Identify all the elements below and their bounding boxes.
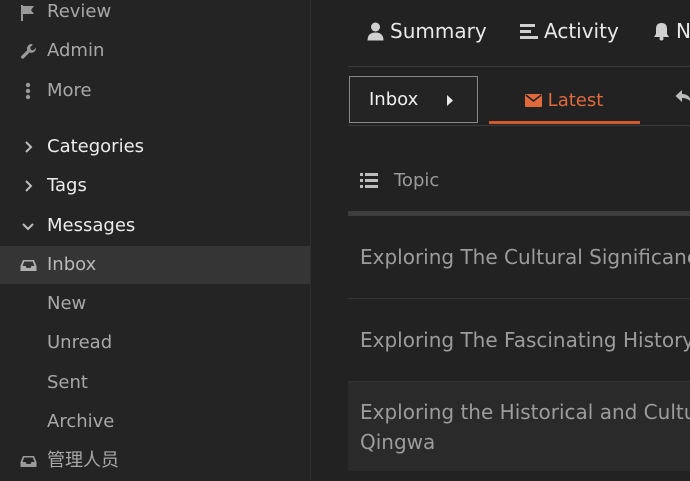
sidebar-item-archive[interactable]: Archive [0, 403, 310, 441]
topic-row[interactable]: Exploring The Cultural Significanc [348, 216, 690, 299]
sidebar-item-label: Categories [47, 136, 145, 157]
topic-title[interactable]: Exploring The Fascinating History [360, 325, 690, 355]
tab-latest[interactable]: Latest [489, 76, 639, 124]
sidebar-item-label: Inbox [47, 254, 97, 275]
sidebar-item-label: More [47, 80, 92, 101]
sidebar-item-sent[interactable]: Sent [0, 364, 310, 402]
user-nav: Summary Activity N [311, 0, 690, 66]
nav-divider [348, 66, 690, 67]
user-icon [367, 22, 384, 40]
sidebar-item-inbox[interactable]: Inbox [0, 246, 310, 284]
sidebar-item-new[interactable]: New [0, 285, 310, 323]
nav-summary-label: Summary [390, 19, 487, 43]
sidebar-item-group-inbox[interactable]: 管理人员 [0, 442, 310, 480]
tabs-divider [348, 125, 690, 126]
chevron-right-icon [19, 138, 37, 156]
sidebar-item-tags[interactable]: Tags [0, 167, 310, 205]
main-content: Summary Activity N Inbox Latest Topic Ex… [311, 0, 690, 481]
reply-icon[interactable] [675, 88, 690, 104]
sidebar-item-label: Review [47, 1, 112, 22]
ellipsis-vertical-icon [19, 82, 37, 100]
sidebar-item-label: Unread [47, 332, 113, 353]
sidebar-item-more[interactable]: More [0, 72, 310, 110]
list-icon [360, 173, 378, 188]
topic-column-header[interactable]: Topic [360, 170, 439, 191]
sidebar-item-label: Tags [47, 175, 87, 196]
sidebar-item-label: 管理人员 [47, 450, 119, 471]
topic-title-continued[interactable]: Qingwa [360, 427, 690, 457]
tab-latest-label: Latest [547, 89, 604, 111]
wrench-icon [19, 42, 37, 60]
sidebar-item-label: Sent [47, 372, 88, 393]
topic-row[interactable]: Exploring The Fascinating History [348, 299, 690, 382]
sidebar-item-label: Admin [47, 40, 105, 61]
sidebar-item-label: Messages [47, 215, 136, 236]
nav-notifications-label: N [676, 19, 690, 43]
sidebar-item-categories[interactable]: Categories [0, 128, 310, 166]
sidebar-item-label: Archive [47, 411, 115, 432]
activity-stream-icon [520, 23, 538, 39]
nav-summary[interactable]: Summary [367, 18, 487, 44]
inbox-dropdown-label: Inbox [369, 89, 419, 110]
nav-activity[interactable]: Activity [520, 18, 619, 44]
nav-activity-label: Activity [544, 19, 619, 43]
nav-notifications[interactable]: N [653, 18, 690, 44]
chevron-right-icon [19, 177, 37, 195]
sidebar-item-unread[interactable]: Unread [0, 324, 310, 362]
sidebar-item-admin[interactable]: Admin [0, 32, 310, 70]
topic-title[interactable]: Exploring the Historical and Cultu [360, 397, 690, 427]
inbox-dropdown-button[interactable]: Inbox [349, 76, 478, 123]
sidebar-item-review[interactable]: Review [0, 0, 310, 31]
active-tab-indicator [489, 121, 640, 124]
inbox-icon [19, 452, 37, 470]
sidebar-item-messages[interactable]: Messages [0, 207, 310, 245]
flag-icon [19, 3, 37, 21]
chevron-down-icon [19, 217, 37, 235]
topic-title[interactable]: Exploring The Cultural Significanc [360, 242, 690, 272]
sidebar: Review Admin More Categories Tags Messag… [0, 0, 311, 481]
caret-right-icon [447, 95, 453, 106]
envelope-icon [524, 93, 542, 107]
bell-icon [654, 22, 669, 40]
sidebar-item-label: New [47, 293, 87, 314]
inbox-icon [19, 256, 37, 274]
topic-column-label: Topic [394, 170, 440, 191]
topic-row[interactable]: Exploring the Historical and Cultu Qingw… [348, 382, 690, 471]
